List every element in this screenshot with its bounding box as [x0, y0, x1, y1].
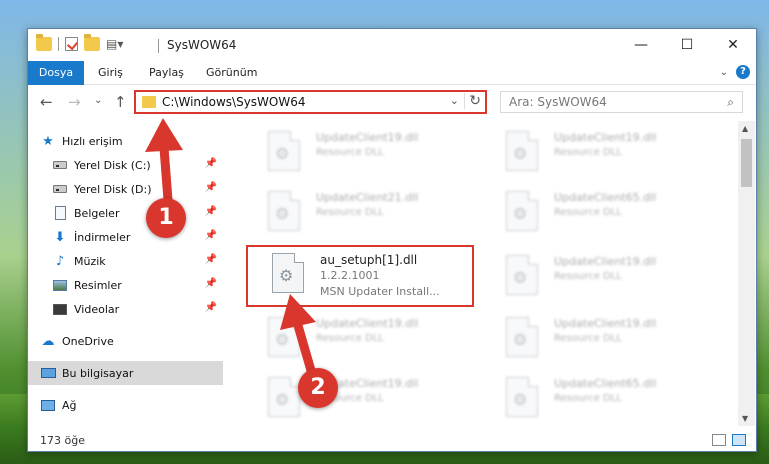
- arrow-1-head: [145, 118, 183, 152]
- annotation-arrows: [145, 118, 317, 376]
- step-1-badge: 1: [146, 198, 186, 238]
- arrow-1: [145, 118, 183, 201]
- arrow-2: [280, 294, 317, 376]
- arrow-1-shaft: [159, 147, 173, 201]
- arrow-2-head: [280, 294, 316, 330]
- step-2-badge: 2: [298, 368, 338, 408]
- arrow-2-shaft: [292, 320, 317, 376]
